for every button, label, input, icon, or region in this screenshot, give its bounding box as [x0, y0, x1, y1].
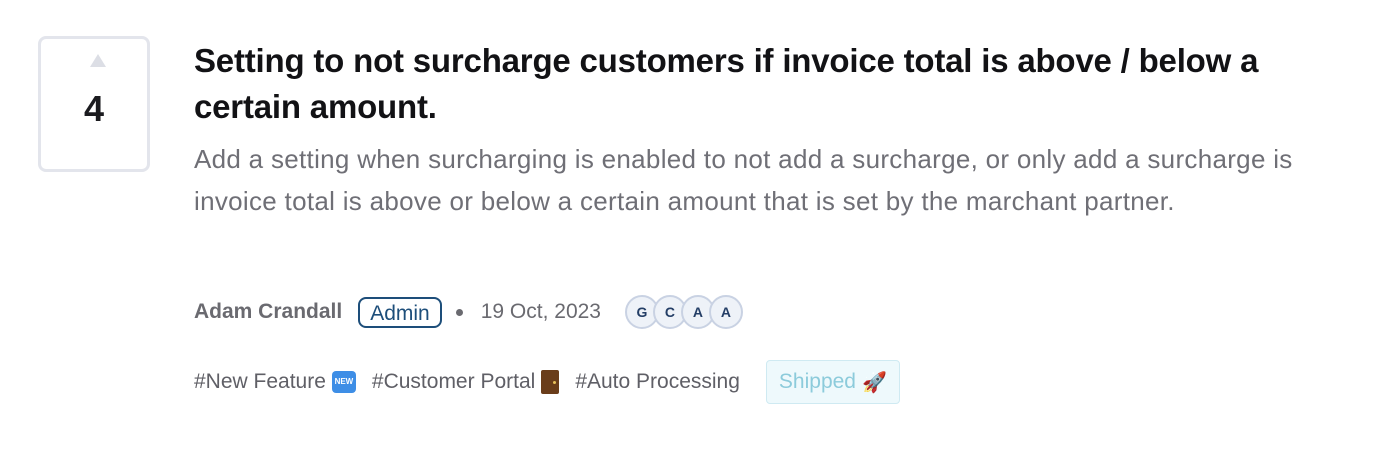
status-badge: Shipped 🚀 [765, 360, 900, 404]
door-icon [541, 370, 560, 394]
author-name[interactable]: Adam Crandall [194, 300, 342, 324]
admin-badge: Admin [358, 296, 442, 328]
post-date: 19 Oct, 2023 [480, 300, 601, 323]
tag-label: #New Feature [194, 370, 326, 393]
separator-dot [455, 308, 463, 316]
status-label: Shipped [778, 370, 856, 393]
avatar[interactable]: A [708, 295, 743, 329]
tag-auto-processing[interactable]: #Auto Processing [575, 370, 740, 394]
tag-new-feature[interactable]: #New Feature NEW [194, 370, 356, 394]
vote-count: 4 [83, 88, 105, 129]
tags-row: #New Feature NEW #Customer Portal #Auto … [194, 360, 900, 404]
voter-avatars[interactable]: G C A A [624, 295, 743, 329]
upvote-arrow-icon [90, 54, 106, 67]
feedback-post: 4 Setting to not surcharge customers if … [0, 0, 1392, 470]
upvote-button[interactable]: 4 [38, 36, 150, 172]
rocket-icon: 🚀 [862, 370, 887, 394]
tag-label: #Customer Portal [371, 370, 536, 393]
post-content: Setting to not surcharge customers if in… [194, 38, 1369, 404]
new-badge-icon: NEW [331, 371, 356, 393]
post-description: Add a setting when surcharging is enable… [194, 144, 1293, 216]
post-meta: Adam Crandall Admin 19 Oct, 2023 G C A A [194, 294, 743, 330]
post-title[interactable]: Setting to not surcharge customers if in… [194, 38, 1369, 130]
tag-label: #Auto Processing [575, 370, 740, 393]
tag-customer-portal[interactable]: #Customer Portal [371, 370, 560, 394]
